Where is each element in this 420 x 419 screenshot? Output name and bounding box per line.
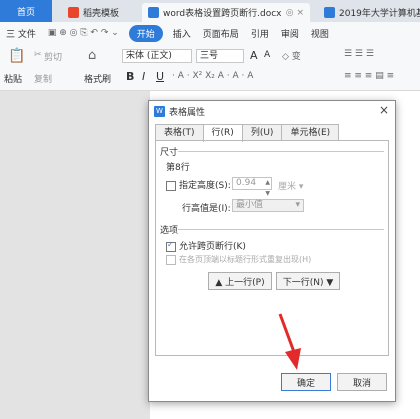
grow-font-button[interactable]: A (250, 49, 258, 62)
tab-column[interactable]: 列(U) (241, 124, 283, 141)
text-effects-icons[interactable]: · A · X² X₂ A · A · A (172, 71, 253, 81)
allow-break-checkbox[interactable]: 允许跨页断行(K) (166, 239, 246, 252)
tab-docer[interactable]: 稻壳模板 (62, 3, 132, 22)
menu-start[interactable]: 开始 (128, 24, 163, 42)
tab-cell[interactable]: 单元格(E) (281, 124, 340, 141)
underline-button[interactable]: U (156, 70, 164, 83)
ribbon-toolbar: 📋 粘贴 ✂ 剪切 复制 ⌂ 格式刷 宋体 (正文) 三号 A A ◇ 变 ☰ … (0, 44, 420, 91)
specify-height-checkbox[interactable]: 指定高度(S): (166, 178, 231, 191)
tab-home-label: 首页 (16, 7, 35, 18)
menu-references[interactable]: 引用 (245, 27, 275, 40)
tab-home[interactable]: 首页 (0, 0, 52, 22)
tab-bar: 首页 稻壳模板 word表格设置跨页断行.docx ◎ × 2019年大学计算机… (0, 0, 420, 22)
menu-insert[interactable]: 插入 (167, 27, 197, 40)
paste-button[interactable]: 粘贴 (4, 72, 22, 85)
copy-button[interactable]: 复制 (34, 72, 52, 85)
options-section-label: 选项 (160, 226, 179, 236)
list-icons[interactable]: ☰ ☰ ☰ (344, 49, 374, 59)
align-icons[interactable]: ≡ ≡ ≡ ▤ ≡ (344, 71, 394, 81)
wps-logo-icon: W (154, 105, 165, 117)
height-unit-select[interactable]: 厘米 ▾ (278, 179, 303, 192)
menu-bar: 三 文件 ▣ ⊕ ◎ ⎘ ↶ ↷ ⌄ 开始 插入 页面布局 引用 审阅 视图 (0, 22, 420, 44)
chevron-down-icon: ▾ (295, 200, 300, 210)
spinner-arrows-icon[interactable]: ▲ ▼ (265, 177, 270, 199)
next-row-button[interactable]: 下一行(N) ▼ (276, 272, 340, 290)
quick-access-icons: ▣ ⊕ ◎ ⎘ ↶ ↷ ⌄ (47, 28, 119, 38)
paste-icon[interactable]: 📋 (8, 48, 25, 64)
allow-break-label: 允许跨页断行(K) (179, 242, 246, 252)
cut-icon[interactable]: ✂ (34, 50, 42, 60)
tab-other-document[interactable]: 2019年大学计算机基 (318, 3, 420, 22)
dialog-title-bar: W 表格属性 × (149, 101, 395, 121)
red-arrow-annotation (278, 313, 301, 370)
size-section-label: 尺寸 (160, 148, 179, 158)
word-doc-icon (324, 7, 335, 18)
font-name-select[interactable]: 宋体 (正文) (122, 49, 192, 63)
cancel-button[interactable]: 取消 (337, 373, 387, 391)
tab-document-label: word表格设置跨页断行.docx (163, 9, 282, 19)
checkbox-box[interactable] (166, 180, 176, 191)
previous-row-button[interactable]: ▲ 上一行(P) (208, 272, 272, 290)
format-painter-button[interactable]: 格式刷 (84, 72, 111, 85)
dialog-title: 表格属性 (169, 107, 206, 118)
tab-table[interactable]: 表格(T) (155, 124, 204, 141)
repeat-header-checkbox[interactable]: 在各页顶端以标题行形式重复出现(H) (166, 254, 311, 265)
tab-other-document-label: 2019年大学计算机基 (339, 9, 420, 19)
clear-format-icon[interactable]: ◇ 变 (282, 49, 301, 62)
format-painter-icon[interactable]: ⌂ (88, 48, 96, 63)
close-icon[interactable]: × (379, 103, 389, 117)
height-spinner[interactable]: 0.94 ▲ ▼ (232, 177, 272, 197)
checkbox-box[interactable] (166, 254, 176, 265)
close-tab-icon[interactable]: ◎ × (286, 8, 304, 18)
menu-view[interactable]: 视图 (305, 27, 335, 40)
section-divider (178, 229, 384, 230)
cut-button[interactable]: 剪切 (44, 50, 62, 63)
document-margin (0, 91, 150, 419)
section-divider (178, 151, 384, 152)
menu-page-layout[interactable]: 页面布局 (197, 27, 245, 40)
word-doc-icon (148, 7, 159, 18)
checkbox-box[interactable] (166, 240, 176, 252)
dialog-tabs: 表格(T) 行(R) 列(U) 单元格(E) (155, 124, 340, 142)
row-number-label: 第8行 (166, 163, 190, 173)
height-unit-label: 厘米 (278, 182, 297, 192)
tab-document[interactable]: word表格设置跨页断行.docx ◎ × (142, 3, 310, 22)
row-height-value: 最小值 (236, 200, 264, 210)
row-height-select[interactable]: 最小值 ▾ (232, 199, 304, 212)
docer-icon (68, 7, 79, 18)
file-menu[interactable]: 三 文件 (0, 27, 42, 40)
arrow-shaft (278, 313, 296, 353)
ok-button[interactable]: 确定 (281, 373, 331, 391)
font-size-select[interactable]: 三号 (196, 49, 244, 63)
bold-button[interactable]: B (126, 70, 134, 83)
tab-docer-label: 稻壳模板 (83, 9, 120, 19)
arrow-head (285, 348, 301, 370)
shrink-font-button[interactable]: A (264, 50, 270, 60)
repeat-header-label: 在各页顶端以标题行形式重复出现(H) (179, 255, 312, 264)
height-value: 0.94 (236, 178, 257, 188)
specify-height-label: 指定高度(S): (179, 181, 231, 191)
row-height-label: 行高值是(I): (182, 204, 231, 214)
menu-review[interactable]: 审阅 (275, 27, 305, 40)
italic-button[interactable]: I (142, 70, 145, 83)
